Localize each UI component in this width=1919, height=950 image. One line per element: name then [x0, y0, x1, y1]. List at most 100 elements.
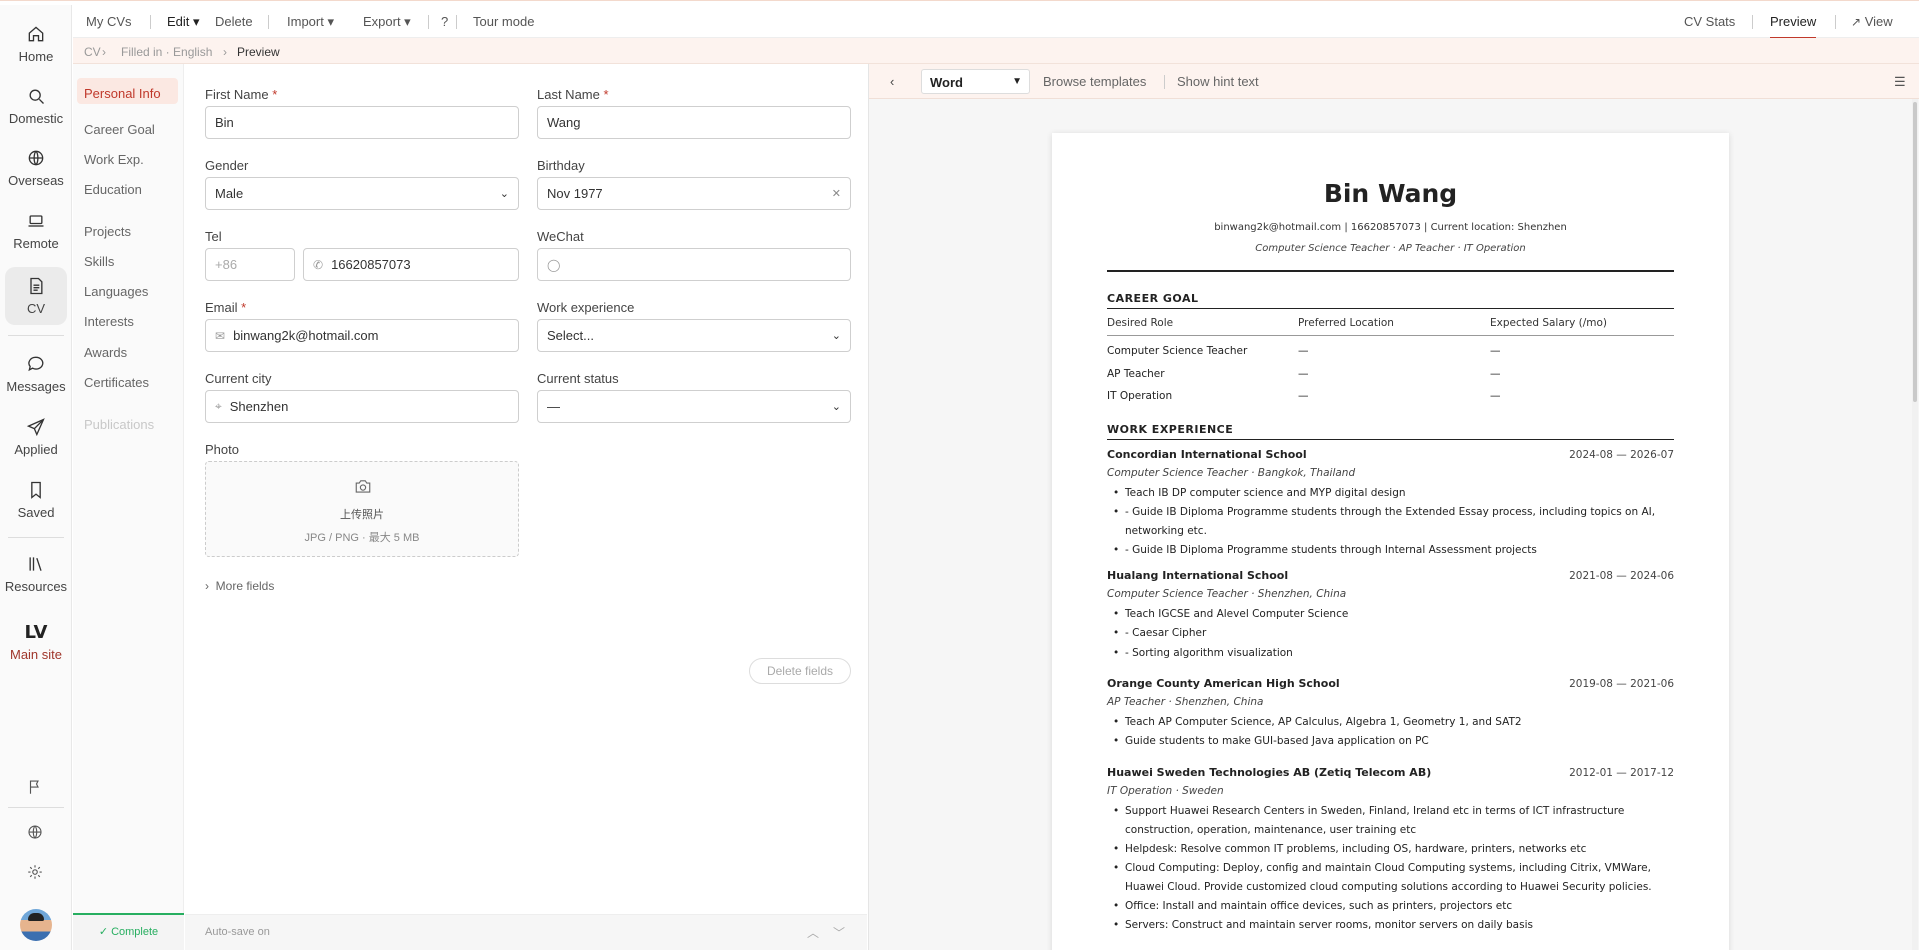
template-format-select[interactable]: Word ▼ — [921, 69, 1030, 94]
avatar[interactable] — [20, 909, 52, 941]
current-status-select[interactable]: — ⌄ — [537, 390, 851, 423]
section-work-exp[interactable]: Work Exp. — [84, 152, 144, 167]
job-bullet: Teach AP Computer Science, AP Calculus, … — [1113, 713, 1665, 732]
work-experience-select[interactable]: Select... ⌄ — [537, 319, 851, 352]
job-subtitle: IT Operation · Sweden — [1107, 785, 1224, 797]
preview-panel: ‹ Word ▼ Browse templates Show hint text… — [868, 64, 1919, 950]
nav-divider — [8, 335, 64, 336]
collapse-left-icon[interactable]: ‹ — [890, 74, 894, 89]
section-languages[interactable]: Languages — [84, 284, 148, 299]
career-header-role: Desired Role — [1107, 317, 1174, 329]
cv-stats-link[interactable]: CV Stats — [1684, 14, 1735, 29]
current-city-label: Current city — [205, 371, 272, 386]
mail-icon: ✉ — [215, 328, 226, 343]
job-dates: 2012-01 — 2017-12 — [1569, 767, 1674, 779]
nav-resources-label: Resources — [4, 579, 68, 594]
chevron-down-icon: ⌄ — [831, 401, 841, 413]
import-menu[interactable]: Import ▾ — [287, 14, 334, 30]
section-publications[interactable]: Publications — [84, 417, 154, 432]
resume-name: Bin Wang — [1323, 179, 1458, 208]
gender-select[interactable]: Male ⌄ — [205, 177, 519, 210]
career-salary: — — [1490, 390, 1501, 402]
section-personal-info[interactable]: Personal Info — [77, 78, 178, 104]
help-button[interactable]: ? — [441, 14, 448, 29]
preview-tab[interactable]: Preview — [1770, 14, 1817, 39]
nav-messages[interactable]: Messages — [0, 345, 72, 403]
send-icon — [26, 418, 45, 437]
view-link[interactable]: ↗ View — [1851, 14, 1893, 29]
delete-fields-button[interactable]: Delete fields — [749, 658, 851, 684]
tel-label: Tel — [205, 229, 222, 244]
table-rule — [1107, 335, 1674, 336]
gear-icon[interactable] — [26, 863, 46, 883]
career-goal-heading: CAREER GOAL — [1107, 292, 1199, 305]
nav-saved[interactable]: Saved — [0, 471, 72, 529]
tel-field[interactable]: ✆ 16620857073 — [303, 248, 519, 281]
nav-resources[interactable]: Resources — [0, 545, 72, 603]
template-format-value: Word — [930, 75, 963, 90]
section-awards[interactable]: Awards — [84, 345, 127, 360]
nav-remote-label: Remote — [13, 236, 59, 251]
export-menu[interactable]: Export ▾ — [363, 14, 411, 30]
language-globe-icon[interactable] — [26, 823, 46, 843]
nav-cv[interactable]: CV — [5, 267, 67, 325]
first-name-field[interactable]: Bin — [205, 106, 519, 139]
breadcrumb-cv[interactable]: CV — [84, 45, 101, 59]
autosave-status: Auto-save on — [205, 926, 270, 938]
section-projects[interactable]: Projects — [84, 224, 131, 239]
nav-home[interactable]: Home — [0, 15, 72, 73]
wechat-label: WeChat — [537, 229, 584, 244]
tour-mode-button[interactable]: Tour mode — [473, 14, 534, 29]
section-rule — [1107, 308, 1674, 309]
my-cvs-link[interactable]: My CVs — [86, 14, 132, 29]
sliders-icon[interactable]: ☰ — [1894, 74, 1906, 90]
nav-applied[interactable]: Applied — [0, 408, 72, 466]
home-icon — [28, 26, 44, 42]
clear-icon[interactable]: ✕ — [832, 187, 841, 200]
wechat-field[interactable]: ◯ — [537, 248, 851, 281]
photo-label: Photo — [205, 442, 239, 457]
delete-button[interactable]: Delete — [215, 14, 253, 29]
more-fields-toggle[interactable]: › More fields — [205, 579, 274, 593]
show-hint-text-button[interactable]: Show hint text — [1177, 74, 1259, 89]
tel-value: 16620857073 — [331, 257, 411, 272]
document-icon — [30, 277, 43, 295]
edit-menu[interactable]: Edit ▾ — [167, 14, 200, 30]
chevron-down-icon[interactable]: ﹀ — [833, 924, 845, 941]
gender-label: Gender — [205, 158, 249, 173]
section-interests[interactable]: Interests — [84, 314, 134, 329]
work-experience-heading: WORK EXPERIENCE — [1107, 423, 1234, 436]
career-location: — — [1298, 368, 1309, 380]
section-career-goal[interactable]: Career Goal — [84, 122, 155, 137]
job-bullet: Cloud Computing: Deploy, config and main… — [1113, 859, 1665, 897]
section-certificates[interactable]: Certificates — [84, 375, 149, 390]
chevron-down-icon: ⌄ — [831, 330, 841, 342]
birthday-value: Nov 1977 — [547, 186, 603, 201]
birthday-field[interactable]: Nov 1977 ✕ — [537, 177, 851, 210]
toolbar-separator — [1164, 75, 1165, 89]
nav-main-site[interactable]: LV Main site — [0, 613, 72, 671]
section-education[interactable]: Education — [84, 182, 142, 197]
current-city-field[interactable]: ⌖ Shenzhen — [205, 390, 519, 423]
resume-contact: binwang2k@hotmail.com | 16620857073 | Cu… — [1214, 222, 1567, 233]
breadcrumb-filled[interactable]: Filled in · English — [121, 45, 212, 59]
photo-upload[interactable]: 上传照片 JPG / PNG · 最大 5 MB — [205, 461, 519, 557]
career-location: — — [1298, 390, 1309, 402]
nav-applied-label: Applied — [14, 442, 58, 457]
nav-remote[interactable]: Remote — [0, 202, 72, 260]
flag-icon[interactable] — [26, 778, 46, 798]
email-field[interactable]: ✉ binwang2k@hotmail.com — [205, 319, 519, 352]
breadcrumb-current: Preview — [237, 45, 280, 59]
last-name-field[interactable]: Wang — [537, 106, 851, 139]
browse-templates-button[interactable]: Browse templates — [1043, 74, 1146, 89]
menu-separator — [1835, 15, 1836, 29]
tel-country-code-field[interactable]: +86 — [205, 248, 295, 281]
job-bullet: - Caesar Cipher — [1113, 624, 1665, 643]
section-skills[interactable]: Skills — [84, 254, 114, 269]
photo-upload-label: 上传照片 — [340, 509, 384, 521]
nav-domestic[interactable]: Domestic — [0, 77, 72, 135]
career-location: — — [1298, 345, 1309, 357]
nav-overseas[interactable]: Overseas — [0, 139, 72, 197]
preview-scrollbar-thumb[interactable] — [1913, 102, 1917, 402]
chevron-up-icon[interactable]: ︿ — [807, 924, 819, 941]
